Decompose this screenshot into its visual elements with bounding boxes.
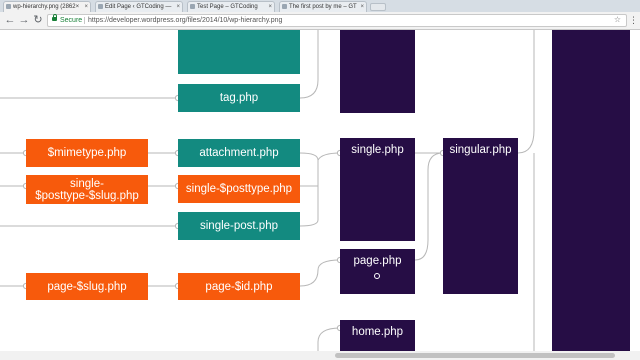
node-attachment: attachment.php [178, 139, 300, 167]
hierarchy-image: tag.php attachment.php single-$posttype.… [0, 30, 640, 360]
page-favicon-icon [190, 4, 195, 9]
image-favicon-icon [6, 4, 11, 9]
divider [84, 17, 85, 24]
tab-edit-page[interactable]: Edit Page ‹ GTCoding — × [95, 1, 183, 12]
node-teal-partial [178, 30, 300, 74]
node-single: single.php [340, 138, 415, 241]
tab-title: Edit Page ‹ GTCoding — [105, 4, 172, 10]
node-page-id: page-$id.php [178, 273, 300, 300]
close-tab-icon[interactable]: × [268, 2, 272, 12]
tab-wp-hierarchy[interactable]: wp-hierarchy.png (2862× × [3, 1, 91, 12]
reload-icon[interactable]: ↻ [31, 13, 45, 27]
bookmark-star-icon[interactable]: ☆ [614, 15, 621, 25]
node-index-partial [552, 30, 630, 360]
new-tab-button[interactable] [370, 3, 386, 11]
back-icon[interactable]: ← [3, 13, 17, 27]
node-tag: tag.php [178, 84, 300, 112]
tab-test-page[interactable]: Test Page – GTCoding × [187, 1, 275, 12]
wordpress-favicon-icon [98, 4, 103, 9]
page-favicon-icon [282, 4, 287, 9]
browser-toolbar: ← → ↻ Secure https://developer.wordpress… [0, 12, 640, 30]
tab-strip: wp-hierarchy.png (2862× × Edit Page ‹ GT… [0, 0, 640, 12]
node-page-slug: page-$slug.php [26, 273, 148, 300]
secure-label: Secure [60, 17, 83, 24]
close-tab-icon[interactable]: × [84, 2, 88, 12]
node-single-posttype: single-$posttype.php [178, 175, 300, 203]
lock-icon [52, 14, 57, 21]
horizontal-scrollbar[interactable] [0, 351, 640, 360]
mouse-cursor-icon [374, 273, 380, 279]
close-tab-icon[interactable]: × [360, 2, 364, 12]
tab-title: wp-hierarchy.png (2862× [13, 4, 80, 10]
tab-title: The first post by me – GT [289, 4, 357, 10]
node-single-posttype-slug: single- $posttype-$slug.php [26, 175, 148, 204]
menu-icon[interactable]: ⋮ [629, 14, 638, 26]
tab-first-post[interactable]: The first post by me – GT × [279, 1, 367, 12]
close-tab-icon[interactable]: × [176, 2, 180, 12]
scrollbar-thumb[interactable] [335, 353, 615, 358]
url-text[interactable]: https://developer.wordpress.org/files/20… [88, 16, 282, 25]
address-bar[interactable]: Secure https://developer.wordpress.org/f… [47, 14, 627, 27]
forward-icon[interactable]: → [17, 13, 31, 27]
node-mimetype: $mimetype.php [26, 139, 148, 167]
node-single-post: single-post.php [178, 212, 300, 240]
node-page: page.php [340, 249, 415, 294]
node-singular: singular.php [443, 138, 518, 294]
node-purple-partial [340, 30, 415, 113]
tab-title: Test Page – GTCoding [197, 4, 258, 10]
